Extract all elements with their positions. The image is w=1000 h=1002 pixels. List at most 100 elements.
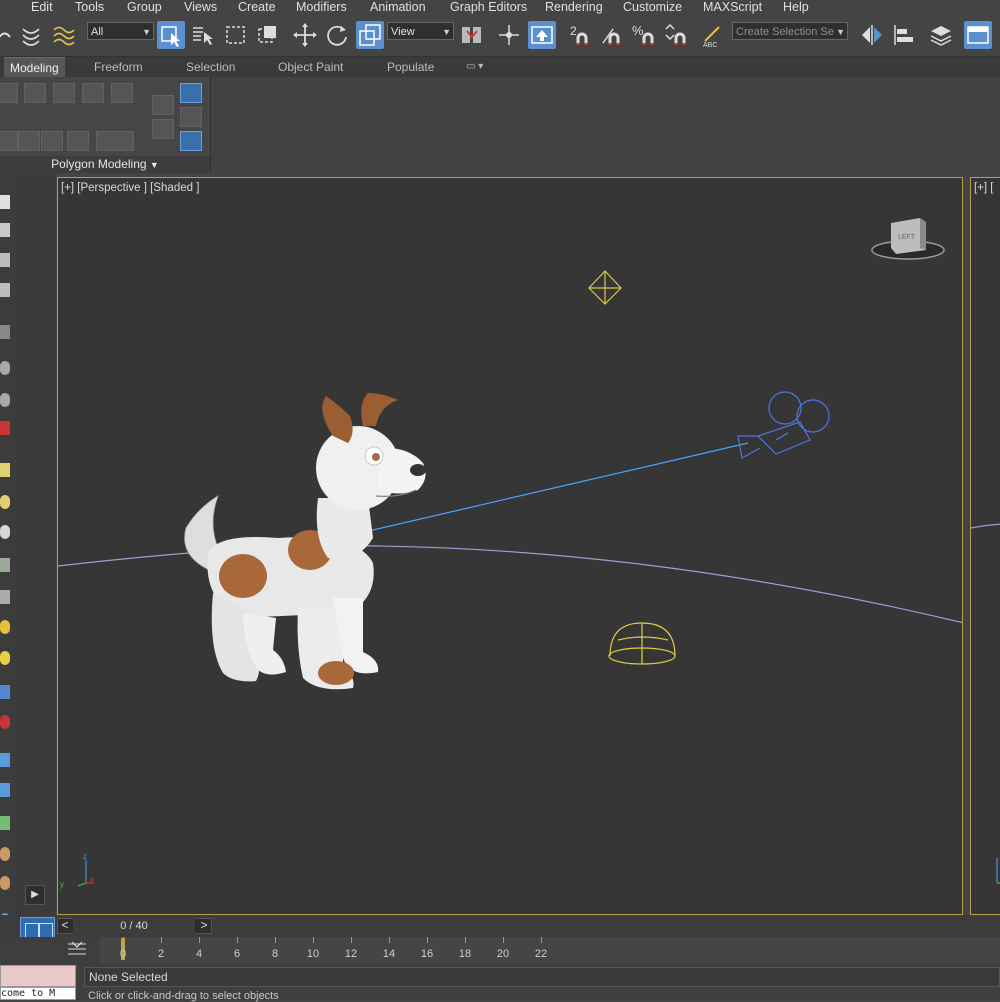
panel-label[interactable]: Polygon Modeling ▼ (0, 156, 210, 173)
shrink-selection-icon[interactable] (0, 131, 18, 151)
rotate-icon[interactable] (323, 21, 351, 49)
edge-mode-icon[interactable] (24, 83, 46, 103)
mirror-icon[interactable] (858, 21, 886, 49)
spline-icon[interactable] (0, 753, 10, 767)
time-slider-thumb[interactable]: 0 / 40 (73, 918, 195, 934)
menu-maxscript[interactable]: MAXScript (703, 0, 762, 16)
ribbon-options-icon[interactable]: ▭ ▾ (466, 57, 483, 77)
svg-text:y: y (60, 880, 64, 889)
menu-help[interactable]: Help (783, 0, 809, 16)
teapot-icon[interactable] (0, 421, 10, 435)
create-tool-icon[interactable] (0, 195, 10, 209)
material-icon[interactable] (0, 715, 10, 729)
element-mode-icon[interactable] (111, 83, 133, 103)
omni-light-icon[interactable] (0, 495, 10, 509)
torus-icon[interactable] (0, 393, 10, 407)
menu-customize[interactable]: Customize (623, 0, 682, 16)
tab-modeling[interactable]: Modeling (4, 57, 65, 78)
motion-tool-icon[interactable] (0, 283, 10, 297)
particle-icon[interactable] (0, 685, 10, 699)
snaps-toggle-icon[interactable]: 2 (567, 21, 595, 49)
polygon-mode-icon[interactable] (82, 83, 104, 103)
point-light-icon (588, 270, 622, 305)
menu-views[interactable]: Views (184, 0, 217, 16)
curve-editor-icon[interactable] (66, 940, 88, 958)
track-bar-tick-label: 14 (382, 948, 396, 960)
maxscript-listener-input[interactable]: come to M (0, 987, 76, 1000)
show-end-result-icon[interactable] (180, 131, 202, 151)
menu-edit[interactable]: Edit (31, 0, 53, 16)
left-viewport-label[interactable]: [+] [ (974, 182, 994, 194)
time-slider-prev[interactable]: < (57, 918, 73, 934)
bind-to-spacewarp-icon[interactable] (18, 21, 46, 49)
menu-tools[interactable]: Tools (75, 0, 104, 16)
menu-group[interactable]: Group (127, 0, 162, 16)
percent-snap-icon[interactable]: % (631, 21, 659, 49)
modify-tool-icon[interactable] (0, 223, 10, 237)
sphere-icon[interactable] (0, 361, 10, 375)
spinner-snap-icon[interactable] (663, 21, 691, 49)
window-crossing-icon[interactable] (254, 21, 282, 49)
perspective-viewport[interactable]: LEFT z x y [+] [Perspective] [Shaded] (57, 177, 963, 915)
toggle-ribbon-icon[interactable] (964, 21, 992, 49)
light-icon[interactable] (0, 463, 10, 477)
toggle-soft-selection-icon[interactable] (96, 131, 134, 151)
menu-animation[interactable]: Animation (370, 0, 426, 16)
tab-freeform[interactable]: Freeform (94, 57, 143, 77)
bulb-icon[interactable] (0, 651, 10, 665)
pivot-center-icon[interactable] (458, 21, 486, 49)
tab-populate[interactable]: Populate (387, 57, 434, 77)
sun-icon[interactable] (0, 620, 10, 634)
biped-icon[interactable] (0, 847, 10, 861)
tab-object-paint[interactable]: Object Paint (278, 57, 343, 77)
camera-icon[interactable] (0, 525, 10, 539)
menu-create[interactable]: Create (238, 0, 276, 16)
collapse-stack-icon[interactable] (152, 119, 174, 139)
select-manipulate-icon[interactable] (495, 21, 523, 49)
loop-selection-icon[interactable] (67, 131, 89, 151)
menu-rendering[interactable]: Rendering (545, 0, 603, 16)
unlink-icon[interactable] (0, 21, 20, 49)
select-object-icon[interactable] (157, 21, 185, 49)
svg-text:ABC: ABC (703, 42, 717, 49)
menu-modifiers[interactable]: Modifiers (296, 0, 347, 16)
edit-named-selection-icon[interactable]: ABC (699, 21, 727, 49)
selection-filter-dropdown[interactable]: All ▼ (87, 22, 154, 40)
select-by-name-icon[interactable] (189, 21, 217, 49)
selection-status: None Selected (84, 967, 1000, 987)
angle-snap-icon[interactable] (599, 21, 627, 49)
keyboard-shortcut-override-icon[interactable] (528, 21, 556, 49)
move-icon[interactable] (291, 21, 319, 49)
maxscript-listener-output[interactable] (0, 965, 76, 987)
time-slider-next[interactable]: > (196, 918, 212, 934)
layer-manager-icon[interactable] (927, 21, 955, 49)
panel-label-text: Polygon Modeling (51, 157, 147, 171)
menu-graph-editors[interactable]: Graph Editors (450, 0, 527, 16)
foliage-icon[interactable] (0, 816, 10, 830)
scale-icon[interactable] (356, 21, 384, 49)
vertex-mode-icon[interactable] (0, 83, 18, 103)
preserve-uvs-icon[interactable] (180, 107, 202, 127)
hierarchy-tool-icon[interactable] (0, 253, 10, 267)
wave-link-icon[interactable] (50, 21, 78, 49)
cone-icon[interactable] (0, 590, 10, 604)
align-icon[interactable] (890, 21, 918, 49)
reference-coord-dropdown[interactable]: View ▼ (387, 22, 454, 40)
crowd-icon[interactable] (0, 876, 10, 890)
play-icon[interactable]: ▶ (25, 885, 45, 905)
viewport-scene: LEFT z x y (58, 218, 962, 889)
named-selection-set-dropdown[interactable]: Create Selection Se ▼ (732, 22, 848, 40)
left-viewport[interactable]: [+] [ (970, 177, 1000, 915)
tab-selection[interactable]: Selection (186, 57, 235, 77)
helper-icon[interactable] (0, 558, 10, 572)
grow-selection-icon[interactable] (18, 131, 40, 151)
main-toolbar: All ▼ View ▼ 2 % ABC Create Selection Se… (0, 16, 1000, 57)
ring-selection-icon[interactable] (41, 131, 63, 151)
display-tool-icon[interactable] (0, 325, 10, 339)
modify-mode-icon[interactable] (152, 95, 174, 115)
viewport-label[interactable]: [+] [Perspective ] [Shaded ] (61, 182, 199, 194)
use-displacement-icon[interactable] (180, 83, 202, 103)
border-mode-icon[interactable] (53, 83, 75, 103)
rectangular-selection-icon[interactable] (222, 21, 250, 49)
nurbs-icon[interactable] (0, 783, 10, 797)
